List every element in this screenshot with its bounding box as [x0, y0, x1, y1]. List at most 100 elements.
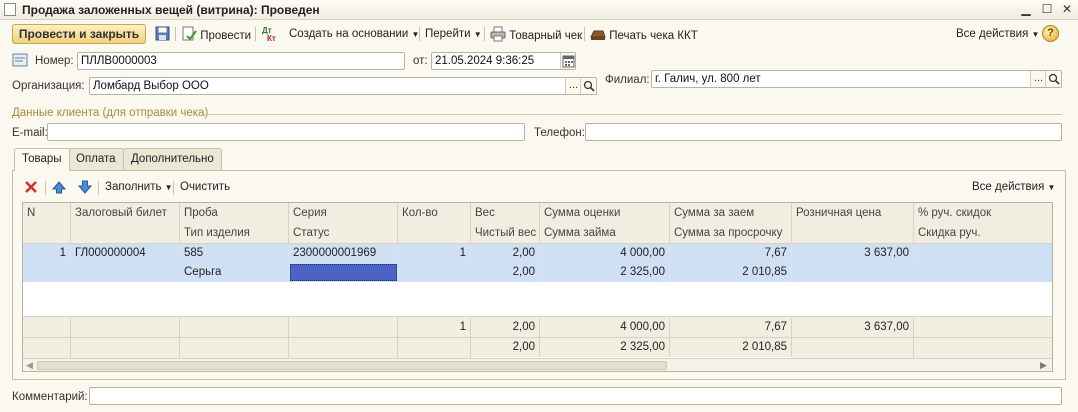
total-qty: 1 — [398, 318, 471, 337]
column-header[interactable]: Сумма оценки — [540, 203, 670, 224]
email-label: E-mail: — [12, 127, 48, 139]
footer-cell — [792, 337, 914, 358]
cash-register-icon — [590, 26, 606, 47]
column-header[interactable]: Скидка руч. — [914, 223, 1052, 244]
calendar-icon[interactable] — [560, 53, 575, 69]
goods-table[interactable]: N Залоговый билет Проба Серия Кол-во Вес… — [22, 202, 1053, 372]
number-icon — [12, 53, 28, 67]
column-header[interactable]: N — [23, 203, 71, 244]
cell-net-weight[interactable]: 2,00 — [471, 263, 540, 282]
create-based-menu[interactable]: Создать на основании ▼ — [289, 26, 419, 42]
client-section-title: Данные клиента (для отправки чека) — [12, 107, 209, 119]
cell-n[interactable]: 1 — [23, 244, 71, 263]
column-header[interactable]: Чистый вес — [471, 223, 540, 244]
toolbar-separator — [98, 181, 99, 195]
column-header[interactable]: Вес — [471, 203, 540, 224]
section-divider — [204, 114, 1062, 115]
column-header[interactable]: Залоговый билет — [71, 203, 180, 244]
table-row[interactable]: 1 ГЛ000000004 585 2300000001969 1 2,00 4… — [23, 244, 1052, 282]
total-net-weight: 2,00 — [471, 338, 540, 357]
total-loan-fee: 7,67 — [670, 318, 792, 337]
branch-select-button[interactable]: ... — [1030, 71, 1046, 87]
tab-additional[interactable]: Дополнительно — [123, 148, 222, 170]
post-icon — [181, 26, 197, 47]
phone-field[interactable] — [585, 123, 1062, 141]
toolbar-separator — [419, 27, 420, 41]
cell-retail[interactable]: 3 637,00 — [792, 244, 914, 263]
comment-field[interactable] — [89, 387, 1062, 405]
dt-kt-icon[interactable]: Дт Кт — [261, 25, 279, 43]
fill-menu[interactable]: Заполнить ▼ — [105, 179, 173, 195]
printer-icon — [490, 26, 506, 47]
comment-label: Комментарий: — [12, 391, 88, 403]
toolbar-separator — [45, 181, 46, 195]
post-button[interactable]: Провести — [181, 26, 251, 42]
total-retail: 3 637,00 — [792, 318, 914, 337]
column-header[interactable]: Сумма за просрочку — [670, 223, 792, 244]
scroll-right-icon[interactable]: ▶ — [1040, 360, 1047, 371]
phone-label: Телефон: — [534, 127, 585, 139]
table-all-actions-menu[interactable]: Все действия ▼ — [972, 179, 1055, 195]
cell-ticket[interactable]: ГЛ000000004 — [71, 244, 180, 263]
footer-cell — [398, 337, 471, 358]
title-bar: Продажа заложенных вещей (витрина): Пров… — [0, 0, 1078, 20]
move-down-icon[interactable] — [77, 180, 93, 194]
column-header[interactable]: Серия — [289, 203, 398, 224]
goods-check-button[interactable]: Товарный чек — [490, 26, 582, 42]
cell-series[interactable]: 2300000001969 — [289, 244, 398, 263]
tab-goods[interactable]: Товары — [14, 148, 70, 171]
toolbar-separator — [584, 27, 585, 41]
cell-overdue[interactable]: 2 010,85 — [670, 263, 792, 282]
organization-field[interactable]: Ломбард Выбор ООО — [89, 77, 597, 95]
save-icon[interactable] — [155, 26, 170, 41]
cell-discount[interactable] — [914, 244, 1052, 263]
tab-payment[interactable]: Оплата — [68, 148, 124, 170]
column-header[interactable]: Проба — [180, 203, 289, 224]
table-footer: 1 2,00 2,00 4 000,00 2 325,00 7,67 2 010… — [23, 316, 1052, 358]
cell-loan-fee[interactable]: 7,67 — [670, 244, 792, 263]
delete-icon[interactable] — [24, 180, 38, 194]
column-header[interactable]: Сумма за заем — [670, 203, 792, 224]
scroll-thumb[interactable] — [37, 361, 667, 370]
all-actions-menu[interactable]: Все действия ▼ — [956, 26, 1039, 42]
horizontal-scrollbar[interactable]: ◀ ▶ — [23, 358, 1052, 371]
clear-button[interactable]: Очистить — [180, 179, 230, 195]
column-header[interactable]: Розничная цена — [792, 203, 914, 244]
search-icon[interactable] — [1045, 71, 1061, 87]
toolbar-separator — [484, 27, 485, 41]
toolbar-separator — [173, 181, 174, 195]
column-header[interactable]: % руч. скидок — [914, 203, 1052, 224]
branch-label: Филиал: — [605, 74, 650, 86]
column-header[interactable]: Статус — [289, 223, 398, 244]
cell-status[interactable] — [290, 264, 397, 281]
cell-appraisal[interactable]: 4 000,00 — [540, 244, 670, 263]
total-appraisal: 4 000,00 — [540, 318, 670, 337]
cell-loan-sum[interactable]: 2 325,00 — [540, 263, 670, 282]
number-field[interactable]: ПЛЛВ0000003 — [77, 52, 405, 70]
cell-qty[interactable]: 1 — [398, 244, 471, 263]
organization-select-button[interactable]: ... — [565, 78, 581, 94]
post-and-close-button[interactable]: Провести и закрыть — [12, 24, 146, 44]
cell-probe[interactable]: 585 — [180, 244, 289, 263]
scroll-left-icon[interactable]: ◀ — [26, 360, 33, 371]
move-up-icon[interactable] — [51, 180, 67, 194]
search-icon[interactable] — [580, 78, 596, 94]
column-header[interactable]: Кол-во — [398, 203, 471, 244]
branch-field[interactable]: г. Галич, ул. 800 лет — [651, 70, 1062, 88]
toolbar-separator — [255, 27, 256, 41]
toolbar-separator — [175, 27, 176, 41]
cell-weight[interactable]: 2,00 — [471, 244, 540, 263]
date-field[interactable]: 21.05.2024 9:36:25 — [431, 52, 576, 70]
goto-menu[interactable]: Перейти ▼ — [425, 26, 482, 42]
column-header[interactable]: Сумма займа — [540, 223, 670, 244]
close-button[interactable]: ✕ — [1059, 2, 1075, 17]
column-header[interactable]: Тип изделия — [180, 223, 289, 244]
help-icon[interactable]: ? — [1042, 25, 1059, 42]
chevron-down-icon: ▼ — [164, 183, 173, 192]
email-field[interactable] — [47, 123, 525, 141]
print-kkt-button[interactable]: Печать чека ККТ — [590, 26, 698, 42]
minimize-button[interactable]: ▁ — [1018, 2, 1034, 17]
maximize-button[interactable]: ☐ — [1039, 2, 1055, 17]
cell-type[interactable]: Серьга — [180, 263, 289, 282]
command-bar: Провести и закрыть Провести Дт Кт Создать… — [0, 21, 1078, 47]
